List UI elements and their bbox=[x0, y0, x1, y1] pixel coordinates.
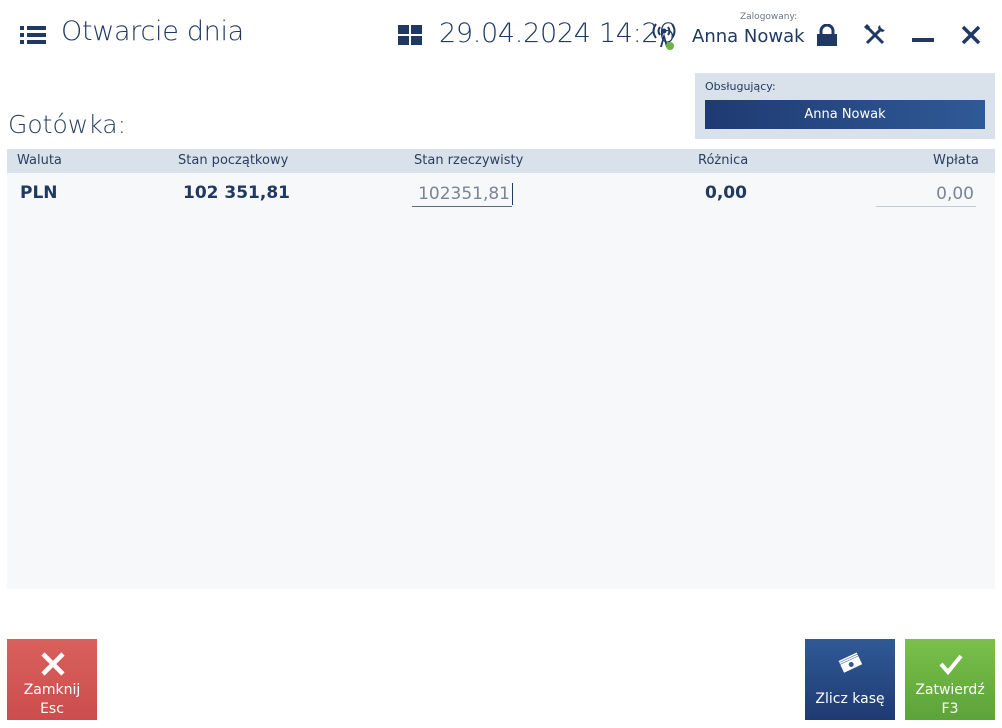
lock-icon[interactable] bbox=[815, 24, 839, 46]
page-title: Otwarcie dnia bbox=[61, 16, 244, 47]
operator-select-button[interactable]: Anna Nowak bbox=[705, 100, 985, 129]
deposit-input[interactable] bbox=[876, 181, 976, 207]
section-title: Gotówka: bbox=[8, 110, 126, 139]
confirm-button[interactable]: Zatwierdź F3 bbox=[905, 639, 995, 720]
table-header: Waluta Stan początkowy Stan rzeczywisty … bbox=[7, 149, 995, 173]
actual-balance-input[interactable] bbox=[412, 181, 512, 207]
count-cash-button-label: Zlicz kasę bbox=[815, 691, 885, 707]
column-header-currency: Waluta bbox=[17, 153, 62, 168]
close-button[interactable]: Zamknij Esc bbox=[7, 639, 97, 720]
text-caret bbox=[512, 183, 513, 205]
confirm-button-label: Zatwierdź bbox=[915, 682, 985, 698]
operator-panel: Obsługujący: Anna Nowak bbox=[695, 73, 995, 139]
top-bar: Otwarcie dnia 29.04.2024 14:26 Zalogowan… bbox=[0, 0, 1002, 70]
logged-in-label: Zalogowany: bbox=[740, 12, 798, 22]
column-header-deposit: Wpłata bbox=[933, 153, 979, 168]
count-cash-button[interactable]: Zlicz kasę bbox=[805, 639, 895, 720]
close-button-label: Zamknij bbox=[23, 682, 81, 698]
initial-balance-cell: 102 351,81 bbox=[183, 183, 291, 203]
column-header-difference: Różnica bbox=[698, 153, 749, 168]
column-header-actual: Stan rzeczywisty bbox=[414, 153, 524, 168]
currency-cell: PLN bbox=[20, 183, 58, 203]
difference-cell: 0,00 bbox=[705, 183, 747, 203]
close-x-icon bbox=[41, 652, 65, 676]
close-icon[interactable] bbox=[960, 24, 982, 46]
confirm-button-shortcut: F3 bbox=[941, 701, 959, 717]
grid-icon[interactable] bbox=[398, 25, 422, 45]
close-button-shortcut: Esc bbox=[40, 701, 64, 717]
column-header-initial: Stan początkowy bbox=[178, 153, 289, 168]
cash-table: Waluta Stan początkowy Stan rzeczywisty … bbox=[7, 149, 995, 589]
operator-label: Obsługujący: bbox=[705, 80, 776, 93]
minimize-icon[interactable] bbox=[912, 38, 934, 44]
logged-in-user: Anna Nowak bbox=[692, 26, 805, 47]
signal-icon bbox=[652, 23, 676, 50]
money-icon bbox=[838, 652, 863, 673]
tools-icon[interactable] bbox=[863, 23, 887, 47]
menu-icon[interactable] bbox=[20, 26, 46, 44]
table-row: PLN 102 351,81 0,00 bbox=[7, 173, 995, 217]
checkmark-icon bbox=[939, 654, 963, 676]
date-time: 29.04.2024 14:26 bbox=[439, 18, 676, 49]
